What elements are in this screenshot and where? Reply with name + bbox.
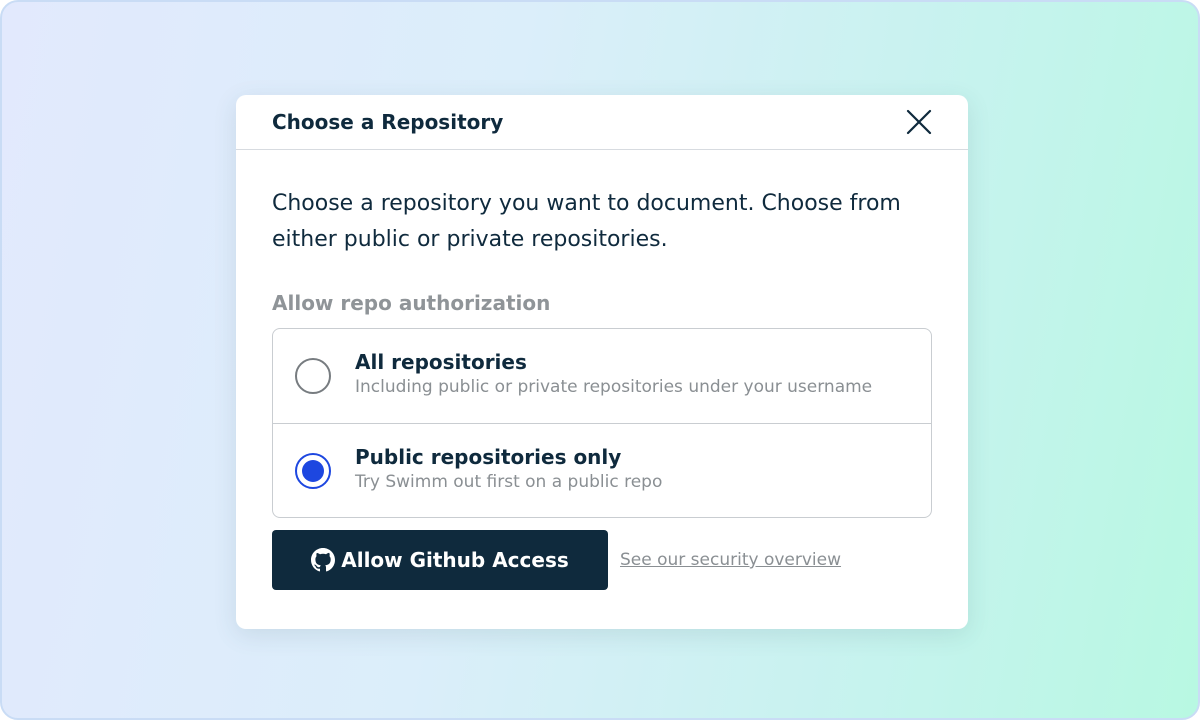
- option-text: All repositories Including public or pri…: [355, 348, 872, 398]
- option-text: Public repositories only Try Swimm out f…: [355, 443, 662, 493]
- modal-header: Choose a Repository: [236, 95, 968, 150]
- option-public-repositories-only[interactable]: Public repositories only Try Swimm out f…: [273, 423, 931, 517]
- background-canvas: Choose a Repository Choose a repository …: [0, 0, 1200, 720]
- option-title: Public repositories only: [355, 444, 622, 469]
- radio-public-repositories-only[interactable]: [295, 452, 331, 489]
- option-subtitle: Try Swimm out first on a public repo: [355, 471, 663, 492]
- modal-body: Choose a repository you want to document…: [236, 186, 968, 590]
- choose-repository-modal: Choose a Repository Choose a repository …: [236, 95, 968, 629]
- modal-description: Choose a repository you want to document…: [272, 191, 901, 252]
- close-icon: [906, 109, 932, 135]
- option-all-repositories[interactable]: All repositories Including public or pri…: [273, 329, 931, 423]
- modal-title: Choose a Repository: [272, 110, 504, 134]
- modal-actions: Allow Github Access See our security ove…: [272, 530, 932, 590]
- security-overview-link[interactable]: See our security overview: [620, 550, 841, 570]
- option-title: All repositories: [355, 350, 527, 374]
- repository-options: All repositories Including public or pri…: [272, 328, 932, 518]
- github-icon: [311, 548, 336, 572]
- allow-github-access-button[interactable]: Allow Github Access: [272, 530, 608, 590]
- repo-authorization-label: Allow repo authorization: [272, 291, 551, 315]
- option-subtitle: Including public or private repositories…: [355, 377, 873, 397]
- close-button[interactable]: [905, 108, 933, 136]
- radio-all-repositories[interactable]: [295, 358, 331, 394]
- allow-github-access-label: Allow Github Access: [341, 548, 569, 572]
